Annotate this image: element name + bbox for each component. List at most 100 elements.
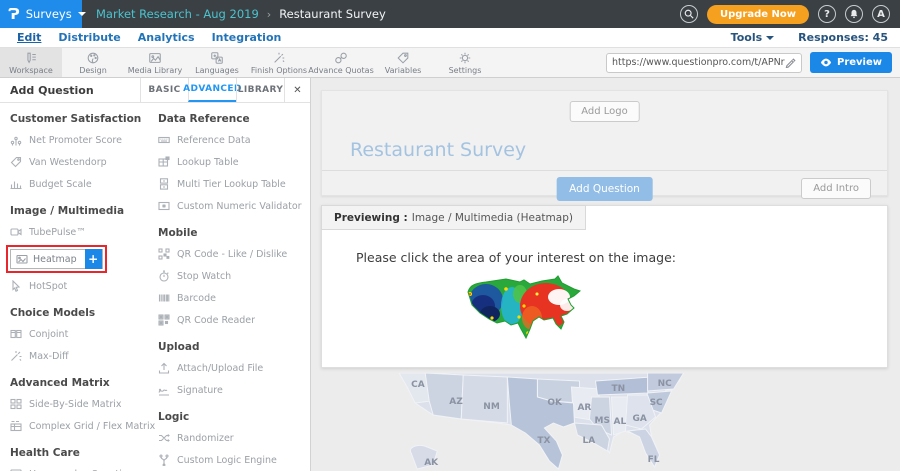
responses-count[interactable]: Responses: 45 [798,31,888,44]
previewing-tab: Previewing : Image / Multimedia (Heatmap… [321,205,586,230]
upgrade-now-button[interactable]: Upgrade Now [707,5,809,24]
state-label-fl: FL [648,455,660,465]
section-data-reference: Data Reference [158,113,310,125]
survey-title[interactable]: Restaurant Survey [350,139,526,161]
add-intro-button[interactable]: Add Intro [801,178,871,199]
state-label-az: AZ [449,397,463,407]
section-choice-models: Choice Models [10,307,158,319]
item-max-diff[interactable]: Max-Diff [10,350,158,362]
item-signature[interactable]: Signature [158,384,310,396]
nav-integration[interactable]: Integration [212,31,282,44]
panel-column-1: Customer Satisfaction Net Promoter Score… [10,113,158,471]
eye-icon [820,58,832,67]
state-label-al: AL [614,417,627,427]
item-net-promoter-score[interactable]: Net Promoter Score [10,134,158,146]
previewing-label: Previewing : [334,212,408,224]
image-icon [148,51,162,65]
tool-workspace[interactable]: Workspace [0,48,62,77]
topbar-actions: Upgrade Now ? A [680,5,900,24]
preview-button[interactable]: Preview [810,52,892,73]
help-button[interactable]: ? [818,5,836,23]
item-tubepulse[interactable]: TubePulse™ [10,226,158,238]
tool-variables[interactable]: Variables [372,48,434,77]
item-side-by-side-matrix[interactable]: Side-By-Side Matrix [10,398,158,410]
tag-icon [396,51,410,65]
section-nav: Edit Distribute Analytics Integration To… [0,28,900,48]
breadcrumb-separator: › [267,8,271,21]
item-custom-numeric-validator[interactable]: Custom Numeric Validator [158,200,310,212]
question-preview-card: Previewing : Image / Multimedia (Heatmap… [321,205,888,368]
item-heatmap[interactable]: Heatmap + [10,249,103,269]
edit-pencil-icon[interactable] [785,57,796,68]
item-reference-data[interactable]: Reference Data [158,134,310,146]
item-qr-code-reader[interactable]: QR Code Reader [158,314,310,326]
questionpro-logo-icon: Ɂ [8,7,20,22]
product-switcher[interactable]: Ɂ Surveys [0,0,82,28]
item-randomizer[interactable]: Randomizer [158,432,310,444]
state-label-ga: GA [633,414,647,424]
item-custom-logic-engine[interactable]: Custom Logic Engine [158,454,310,466]
panel-title: Add Question [0,78,140,102]
item-complex-grid[interactable]: Complex Grid / Flex Matrix [10,420,158,432]
tool-design[interactable]: Design [62,48,124,77]
tool-advance-quotas[interactable]: Advance Quotas [310,48,372,77]
notifications-bell-icon[interactable] [845,5,863,23]
item-hotspot[interactable]: HotSpot [10,280,158,292]
tool-languages[interactable]: Languages [186,48,248,77]
qr-reader-icon [158,314,170,326]
item-attach-upload[interactable]: Attach/Upload File [158,362,310,374]
add-logo-button[interactable]: Add Logo [569,101,640,122]
survey-heatmap-map-preview[interactable]: CA AZ NM OK AR TN NC SC MS AL GA TX LA F… [311,373,900,471]
add-question-panel: Add Question BASIC ADVANCED LIBRARY ✕ Cu… [0,78,311,471]
section-advanced-matrix: Advanced Matrix [10,377,158,389]
survey-canvas: CA AZ NM OK AR TN NC SC MS AL GA TX LA F… [311,78,900,471]
add-question-button[interactable]: Add Question [556,177,653,201]
chevron-down-icon [766,36,774,40]
search-icon[interactable] [680,5,698,23]
panel-header: Add Question BASIC ADVANCED LIBRARY ✕ [0,78,310,103]
breadcrumb: Market Research - Aug 2019 › Restaurant … [96,7,386,21]
breadcrumb-current: Restaurant Survey [279,7,386,21]
lookup-table-icon [158,156,170,168]
item-budget-scale[interactable]: Budget Scale [10,178,158,190]
panel-body: Customer Satisfaction Net Promoter Score… [0,103,310,471]
tools-menu[interactable]: Tools [731,31,774,44]
qr-code-icon [158,248,170,260]
state-label-ms: MS [594,416,609,426]
item-barcode[interactable]: Barcode [158,292,310,304]
survey-url-input[interactable] [612,57,785,68]
item-stop-watch[interactable]: Stop Watch [158,270,310,282]
nav-distribute[interactable]: Distribute [58,31,120,44]
tool-finish-options[interactable]: Finish Options [248,48,310,77]
breadcrumb-parent-link[interactable]: Market Research - Aug 2019 [96,7,259,21]
heatmap-image-icon [16,253,28,265]
product-menu-label: Surveys [26,7,72,21]
nav-analytics[interactable]: Analytics [138,31,195,44]
subnav-right: Tools Responses: 45 [731,31,900,44]
tool-media-library[interactable]: Media Library [124,48,186,77]
item-van-westendorp[interactable]: Van Westendorp [10,156,158,168]
state-label-ok: OK [547,398,563,408]
close-icon[interactable]: ✕ [284,78,310,102]
avatar[interactable]: A [872,5,890,23]
stacked-boxes-icon [158,178,170,190]
tool-settings[interactable]: Settings [434,48,496,77]
workspace: Add Question BASIC ADVANCED LIBRARY ✕ Cu… [0,78,900,471]
chevron-down-icon [78,12,86,16]
section-logic: Logic [158,411,310,423]
item-lookup-table[interactable]: Lookup Table [158,156,310,168]
item-multi-tier-lookup[interactable]: Multi Tier Lookup Table [158,178,310,190]
tab-library[interactable]: LIBRARY [236,78,284,102]
heatmap-usa-image[interactable] [462,274,588,350]
tab-advanced[interactable]: ADVANCED [188,78,236,102]
item-conjoint[interactable]: Conjoint [10,328,158,340]
tab-basic[interactable]: BASIC [140,78,188,102]
wand-icon [10,350,22,362]
state-label-nm: NM [483,402,500,412]
item-qr-like-dislike[interactable]: QR Code - Like / Dislike [158,248,310,260]
cursor-icon [10,280,22,292]
nav-edit[interactable]: Edit [17,31,41,44]
add-heatmap-button[interactable]: + [85,249,102,269]
video-camera-icon [10,226,22,238]
state-label-tn: TN [612,384,626,394]
